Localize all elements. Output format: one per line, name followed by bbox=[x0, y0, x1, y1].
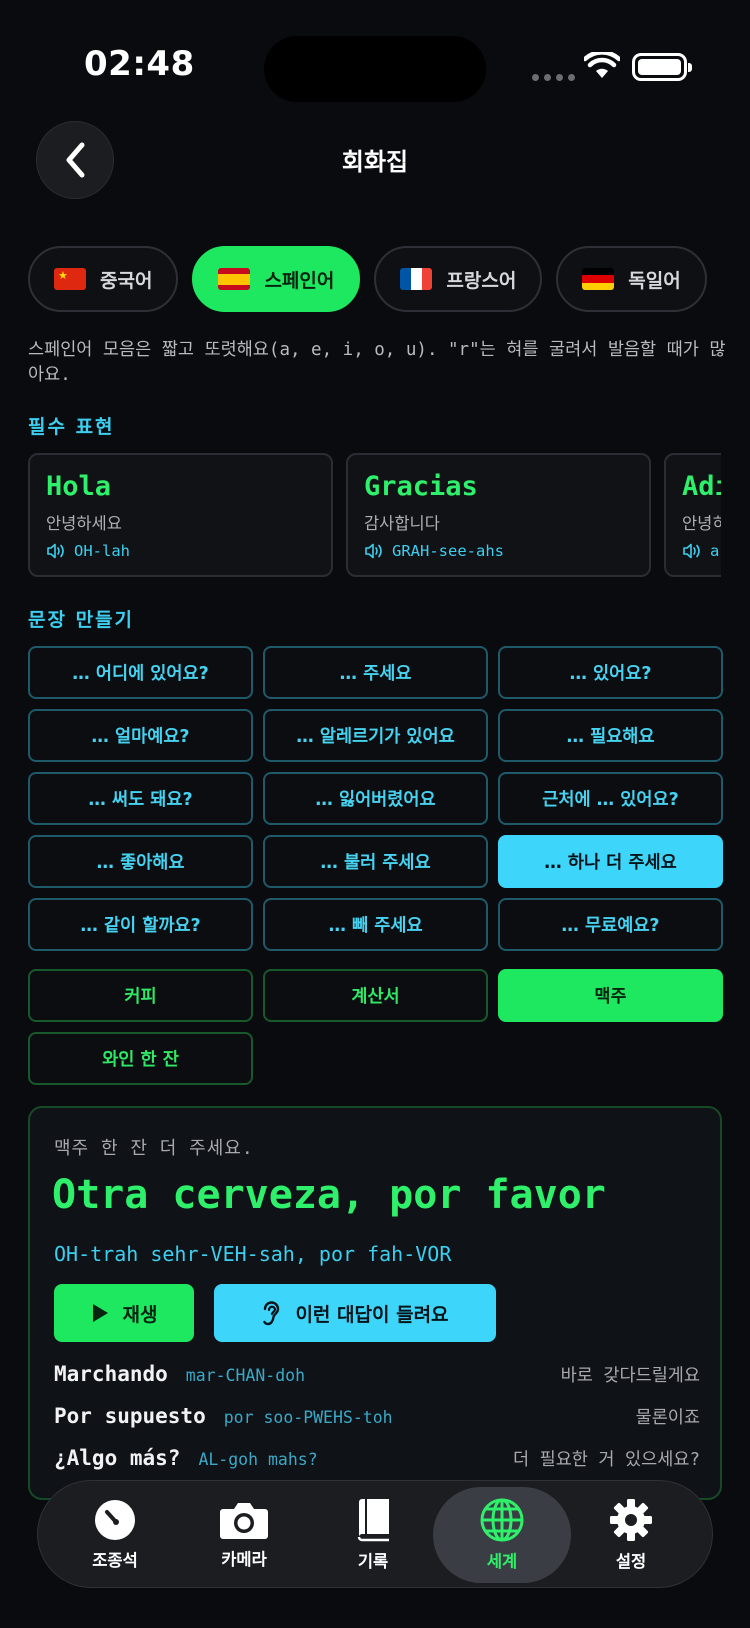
reply-pronunciation: AL-goh mahs? bbox=[198, 1450, 318, 1469]
reply-spanish: Por supuesto bbox=[54, 1404, 206, 1428]
wifi-icon bbox=[584, 52, 620, 78]
phrase-meaning: 안녕하세요 bbox=[46, 514, 122, 533]
reply-korean: 물론이죠 bbox=[635, 1408, 700, 1428]
battery-icon bbox=[632, 53, 692, 81]
pattern-chip[interactable]: … 불러 주세요 bbox=[263, 835, 488, 888]
reply-row: Por supuesto por soo-PWEHS-toh 물론이죠 bbox=[54, 1404, 700, 1429]
hear-label: 이런 대답이 들려요 bbox=[295, 1303, 449, 1326]
china-flag-icon: ★ bbox=[54, 268, 86, 290]
tab-bar: 조종석 카메라 기록 세계 설정 bbox=[37, 1480, 713, 1588]
reply-korean: 바로 갖다드릴게요 bbox=[560, 1366, 700, 1386]
phrase-meaning: 안녕히 bbox=[682, 514, 721, 533]
pattern-chip[interactable]: … 있어요? bbox=[498, 646, 723, 699]
item-chip[interactable]: 와인 한 잔 bbox=[28, 1032, 253, 1085]
language-tab-french[interactable]: 프랑스어 bbox=[374, 246, 543, 312]
pattern-chip[interactable]: 근처에 … 있어요? bbox=[498, 772, 723, 825]
ear-icon bbox=[263, 1301, 280, 1326]
book-icon bbox=[357, 1499, 389, 1542]
page-title: 회화집 bbox=[341, 148, 409, 176]
tab-world[interactable]: 세계 bbox=[433, 1487, 571, 1583]
item-chip[interactable]: 커피 bbox=[28, 969, 253, 1022]
language-tab-german[interactable]: 독일어 bbox=[556, 246, 707, 312]
sentence-builder: … 어디에 있어요? … 주세요 … 있어요? … 얼마예요? … 알레르기가 … bbox=[28, 646, 723, 1085]
phrase-pronunciation: GRAH-see-ahs bbox=[364, 542, 633, 560]
gear-icon bbox=[610, 1499, 652, 1541]
dynamic-island bbox=[264, 36, 486, 102]
camera-icon bbox=[220, 1503, 268, 1539]
language-tab-chinese[interactable]: ★ 중국어 bbox=[28, 246, 179, 312]
item-chip[interactable]: 계산서 bbox=[263, 969, 488, 1022]
result-korean: 맥주 한 잔 더 주세요. bbox=[54, 1138, 254, 1159]
phrase-card[interactable]: Hola 안녕하세요 OH-lah bbox=[28, 453, 333, 577]
tab-label: 설정 bbox=[615, 1552, 647, 1571]
language-tabs: ★ 중국어 스페인어 프랑스어 독일어 bbox=[28, 246, 707, 312]
speaker-icon bbox=[365, 543, 382, 559]
reply-pronunciation: por soo-PWEHS-toh bbox=[223, 1408, 393, 1427]
language-tab-label: 중국어 bbox=[100, 269, 153, 292]
tab-settings[interactable]: 설정 bbox=[562, 1487, 700, 1583]
phrase-pronunciation: a bbox=[682, 542, 721, 560]
result-pronunciation: OH-trah sehr-VEH-sah, por fah-VOR bbox=[54, 1242, 452, 1266]
builder-heading: 문장 만들기 bbox=[28, 609, 135, 631]
item-chip-selected[interactable]: 맥주 bbox=[498, 969, 723, 1022]
tab-label: 기록 bbox=[357, 1552, 389, 1571]
pronunciation-tip: 스페인어 모음은 짧고 또렷해요(a, e, i, o, u). "r"는 혀를… bbox=[28, 340, 726, 385]
hear-replies-button[interactable]: 이런 대답이 들려요 bbox=[214, 1284, 496, 1342]
pattern-chip[interactable]: … 잃어버렸어요 bbox=[263, 772, 488, 825]
essentials-carousel[interactable]: Hola 안녕하세요 OH-lah Gracias 감사합니다 GRAH-see… bbox=[28, 453, 721, 577]
reply-row: ¿Algo más? AL-goh mahs? 더 필요한 거 있으세요? bbox=[54, 1446, 700, 1471]
spain-flag-icon bbox=[218, 268, 251, 290]
pattern-chip[interactable]: … 같이 할까요? bbox=[28, 898, 253, 951]
germany-flag-icon bbox=[582, 268, 615, 290]
globe-icon bbox=[480, 1498, 524, 1542]
gauge-icon bbox=[95, 1500, 135, 1540]
play-icon bbox=[92, 1304, 108, 1322]
pattern-chip[interactable]: … 무료예요? bbox=[498, 898, 723, 951]
pattern-chip[interactable]: … 써도 돼요? bbox=[28, 772, 253, 825]
phrase-pronunciation: OH-lah bbox=[46, 542, 315, 560]
phrase-meaning: 감사합니다 bbox=[364, 514, 440, 533]
language-tab-spanish[interactable]: 스페인어 bbox=[192, 246, 361, 312]
phrase-card[interactable]: Adi 안녕히 a bbox=[664, 453, 721, 577]
tab-label: 카메라 bbox=[221, 1550, 267, 1569]
pattern-chip-selected[interactable]: … 하나 더 주세요 bbox=[498, 835, 723, 888]
result-phrase: Otra cerveza, por favor bbox=[52, 1172, 606, 1218]
reply-korean: 더 필요한 거 있으세요? bbox=[512, 1450, 700, 1470]
play-label: 재생 bbox=[122, 1303, 158, 1326]
language-tab-label: 프랑스어 bbox=[446, 269, 517, 292]
phrase-word: Gracias bbox=[364, 471, 478, 502]
status-bar: 02:48 bbox=[0, 0, 750, 120]
tab-cockpit[interactable]: 조종석 bbox=[46, 1487, 184, 1583]
tab-log[interactable]: 기록 bbox=[304, 1487, 442, 1583]
pattern-chip[interactable]: … 알레르기가 있어요 bbox=[263, 709, 488, 762]
language-tab-label: 스페인어 bbox=[264, 269, 335, 292]
speaker-icon bbox=[683, 543, 700, 559]
phrase-card[interactable]: Gracias 감사합니다 GRAH-see-ahs bbox=[346, 453, 651, 577]
pattern-chip[interactable]: … 빼 주세요 bbox=[263, 898, 488, 951]
tab-camera[interactable]: 카메라 bbox=[175, 1487, 313, 1583]
pattern-chip[interactable]: … 주세요 bbox=[263, 646, 488, 699]
status-time: 02:48 bbox=[84, 44, 195, 84]
pattern-chip[interactable]: … 어디에 있어요? bbox=[28, 646, 253, 699]
signal-icon bbox=[532, 74, 575, 81]
tab-label: 세계 bbox=[486, 1552, 518, 1571]
reply-spanish: ¿Algo más? bbox=[54, 1446, 181, 1470]
tab-label: 조종석 bbox=[92, 1551, 138, 1570]
france-flag-icon bbox=[400, 268, 433, 290]
reply-pronunciation: mar-CHAN-doh bbox=[185, 1366, 306, 1385]
reply-spanish: Marchando bbox=[54, 1362, 168, 1386]
phrase-word: Hola bbox=[46, 471, 112, 502]
phrase-word: Adi bbox=[682, 471, 721, 502]
result-card: 맥주 한 잔 더 주세요. Otra cerveza, por favor OH… bbox=[28, 1106, 722, 1500]
reply-row: Marchando mar-CHAN-doh 바로 갖다드릴게요 bbox=[54, 1362, 700, 1387]
pattern-chip[interactable]: … 필요해요 bbox=[498, 709, 723, 762]
play-button[interactable]: 재생 bbox=[54, 1284, 194, 1342]
speaker-icon bbox=[47, 543, 64, 559]
essentials-heading: 필수 표현 bbox=[28, 416, 115, 438]
pattern-chip[interactable]: … 좋아해요 bbox=[28, 835, 253, 888]
language-tab-label: 독일어 bbox=[628, 269, 681, 292]
pattern-chip[interactable]: … 얼마예요? bbox=[28, 709, 253, 762]
